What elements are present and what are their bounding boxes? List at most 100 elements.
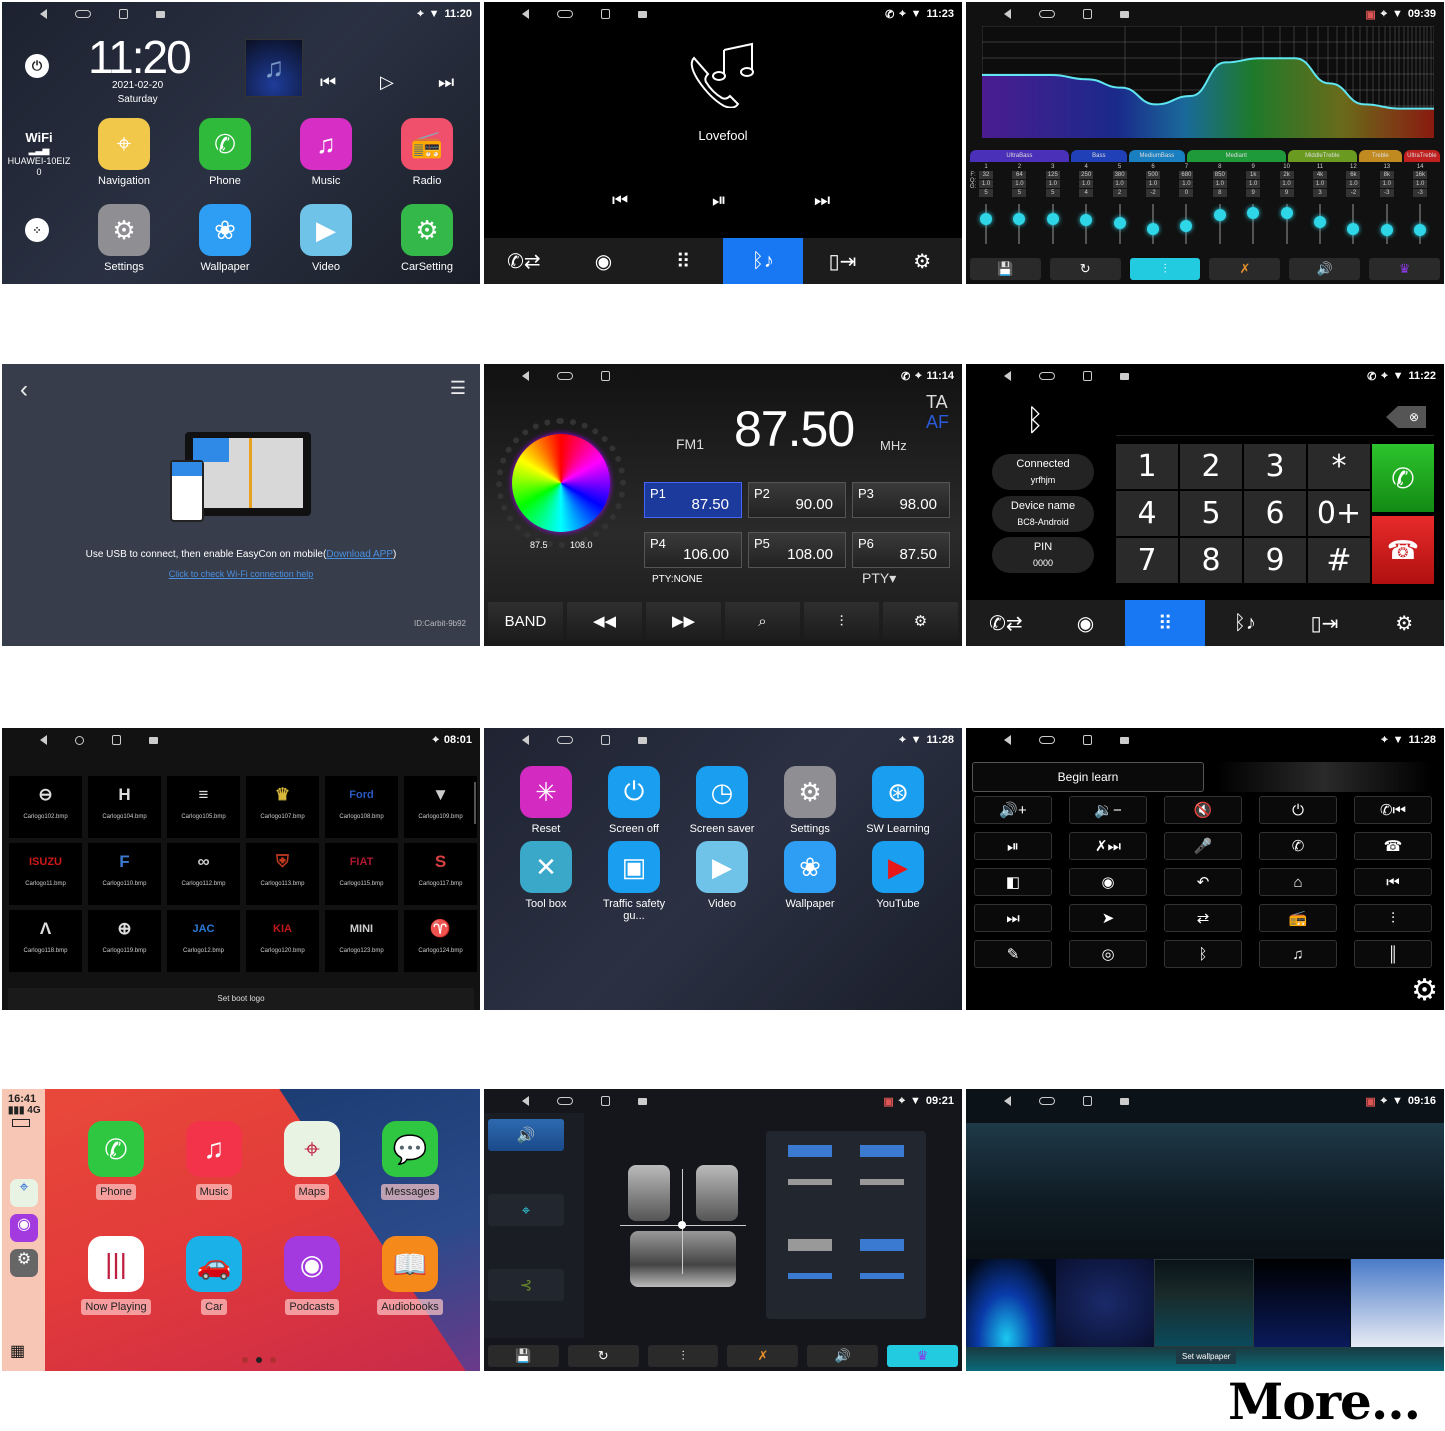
nav-home-icon[interactable] — [557, 372, 573, 380]
album-art[interactable]: ♫ — [245, 39, 303, 97]
band-tab-middletreble[interactable]: MiddleTreble — [1287, 150, 1357, 162]
nav-back-icon[interactable] — [1004, 735, 1011, 745]
mute-button[interactable]: ✗ — [727, 1345, 799, 1367]
logo-tile[interactable]: JAC Carlogo12.bmp — [167, 910, 240, 972]
logo-tile[interactable]: ♈ Carlogo124.bmp — [404, 910, 477, 972]
channel-q-value[interactable]: 1.0 — [1146, 180, 1160, 188]
call-button[interactable]: ✆ — [1372, 444, 1434, 512]
app-radio[interactable]: 📻 Radio — [387, 118, 467, 187]
channel-g-value[interactable]: -3 — [1379, 189, 1394, 197]
nav-recent-icon[interactable] — [112, 735, 121, 745]
pty-dropdown[interactable]: PTY▾ — [862, 570, 896, 587]
next-button[interactable]: ⏭ — [438, 72, 454, 93]
preset-p1[interactable]: P1 87.50 — [644, 482, 742, 518]
sidebar-podcasts-icon[interactable]: ◉ — [10, 1214, 38, 1242]
balance-point[interactable] — [678, 1221, 686, 1229]
logo-tile[interactable]: Λ Carlogo118.bmp — [9, 910, 82, 972]
channel-g-value[interactable]: -2 — [1146, 189, 1160, 197]
ta-toggle[interactable]: TA — [926, 392, 948, 413]
app-reset[interactable]: ✳ Reset — [506, 766, 586, 835]
sw-key-equalizer[interactable]: ⫶ — [1354, 904, 1432, 932]
tuning-dial[interactable] — [512, 434, 610, 532]
app-video[interactable]: ▶ Video — [286, 204, 366, 273]
sw-key-call-prev[interactable]: ✆⏮ — [1354, 796, 1432, 824]
rear-seat[interactable] — [630, 1231, 736, 1287]
logo-tile[interactable]: S Carlogo117.bmp — [404, 843, 477, 905]
dial-key[interactable]: # — [1308, 538, 1370, 583]
nav-home-icon[interactable] — [557, 1097, 573, 1105]
page-dot[interactable] — [242, 1357, 248, 1363]
nav-home-icon[interactable] — [557, 736, 573, 744]
band-tab-ultratreble[interactable]: UltraTreble — [1403, 150, 1440, 162]
mute-button[interactable]: ✗ — [1209, 258, 1281, 280]
settings-button[interactable]: ⚙ — [1411, 973, 1438, 1008]
tab-phone-transfer[interactable]: ▯⇥ — [803, 238, 883, 284]
dial-key[interactable]: 7 — [1116, 538, 1178, 583]
sidebar-maps-icon[interactable]: ⌖ — [10, 1179, 38, 1207]
seek-back-button[interactable]: ◀◀ — [567, 602, 642, 640]
search-button[interactable]: ⌕ — [725, 602, 800, 640]
app-wallpaper[interactable]: ❀ Wallpaper — [185, 204, 265, 273]
speaker-mode-button[interactable]: 🔊 — [488, 1119, 564, 1151]
channel-f-value[interactable]: 500 — [1146, 171, 1160, 179]
preset-p4[interactable]: P4 106.00 — [644, 532, 742, 568]
nav-back-icon[interactable] — [1004, 371, 1011, 381]
app-sw-learning[interactable]: ⊛ SW Learning — [858, 766, 938, 835]
channel-q-value[interactable]: 1.0 — [1346, 180, 1361, 188]
band-tab-treble[interactable]: Treble — [1358, 150, 1402, 162]
logo-tile[interactable]: Ford Carlogo108.bmp — [325, 776, 398, 838]
dial-key[interactable]: 5 — [1180, 491, 1242, 536]
channel-q-value[interactable]: 1.0 — [979, 180, 993, 188]
channel-g-value[interactable]: 9 — [1279, 189, 1294, 197]
preset-rear[interactable] — [788, 1239, 832, 1279]
crossover-mode-button[interactable]: ⊰ — [488, 1269, 564, 1301]
speaker-button[interactable]: 🔊 — [807, 1345, 879, 1367]
channel-g-value[interactable]: -3 — [1413, 189, 1428, 197]
logo-tile[interactable]: ≡ Carlogo105.bmp — [167, 776, 240, 838]
channel-q-value[interactable]: 1.0 — [1413, 180, 1428, 188]
nav-recent-icon[interactable] — [119, 9, 128, 19]
app-navigation[interactable]: ⌖ Navigation — [84, 118, 164, 187]
sw-key-bluetooth[interactable]: ᛒ — [1164, 940, 1242, 968]
eq-slider-knob[interactable] — [1147, 222, 1159, 235]
hangup-button[interactable]: ☎ — [1372, 516, 1434, 584]
sw-key-volume-down[interactable]: 🔉− — [1069, 796, 1147, 824]
page-dot[interactable] — [270, 1357, 276, 1363]
sw-key-hangup[interactable]: ☎ — [1354, 832, 1432, 860]
logo-tile[interactable]: MINI Carlogo123.bmp — [325, 910, 398, 972]
preset-p6[interactable]: P6 87.50 — [852, 532, 950, 568]
nav-home-icon[interactable] — [1039, 1097, 1055, 1105]
nav-recent-icon[interactable] — [601, 1096, 610, 1106]
nav-home-icon[interactable] — [75, 735, 84, 745]
wallpaper-thumb[interactable] — [1351, 1259, 1444, 1347]
previous-button[interactable]: ⏮ — [320, 72, 336, 93]
set-wallpaper-button[interactable]: Set wallpaper — [1176, 1349, 1237, 1364]
number-input[interactable] — [1116, 402, 1434, 436]
channel-f-value[interactable]: 64 — [1012, 171, 1027, 179]
carplay-app-car[interactable]: 🚗 Car — [174, 1236, 254, 1315]
eq-slider-knob[interactable] — [1046, 213, 1059, 225]
logo-tile[interactable]: ♛ Carlogo107.bmp — [246, 776, 319, 838]
nav-back-icon[interactable] — [40, 9, 47, 19]
crown-button[interactable]: ♛ — [1369, 258, 1440, 280]
nav-recent-icon[interactable] — [1083, 371, 1092, 381]
wallpaper-thumb[interactable] — [1056, 1259, 1154, 1347]
app-tool-box[interactable]: ✕ Tool box — [506, 841, 586, 910]
tab-call-log[interactable]: ✆⇄ — [966, 600, 1046, 646]
channel-f-value[interactable]: 125 — [1045, 171, 1060, 179]
app-video[interactable]: ▶ Video — [682, 841, 762, 910]
settings-button[interactable]: ⚙ — [883, 602, 958, 640]
nav-recent-icon[interactable] — [601, 9, 610, 19]
carplay-app-now-playing[interactable]: ||| Now Playing — [76, 1236, 156, 1315]
nav-back-icon[interactable] — [40, 735, 47, 745]
sw-key-home[interactable]: ⌂ — [1259, 868, 1337, 896]
logo-tile[interactable]: KIA Carlogo120.bmp — [246, 910, 319, 972]
wallpaper-thumb-selected[interactable] — [1154, 1259, 1254, 1347]
download-app-link[interactable]: Download APP — [326, 549, 393, 560]
dial-key[interactable]: 4 — [1116, 491, 1178, 536]
sw-key-next[interactable]: ⏭ — [974, 904, 1052, 932]
channel-f-value[interactable]: 250 — [1079, 171, 1094, 179]
tab-contacts[interactable]: ◉ — [1046, 600, 1126, 646]
wallpaper-thumb[interactable] — [966, 1259, 1056, 1347]
band-tab-bass[interactable]: Bass — [1070, 150, 1127, 162]
